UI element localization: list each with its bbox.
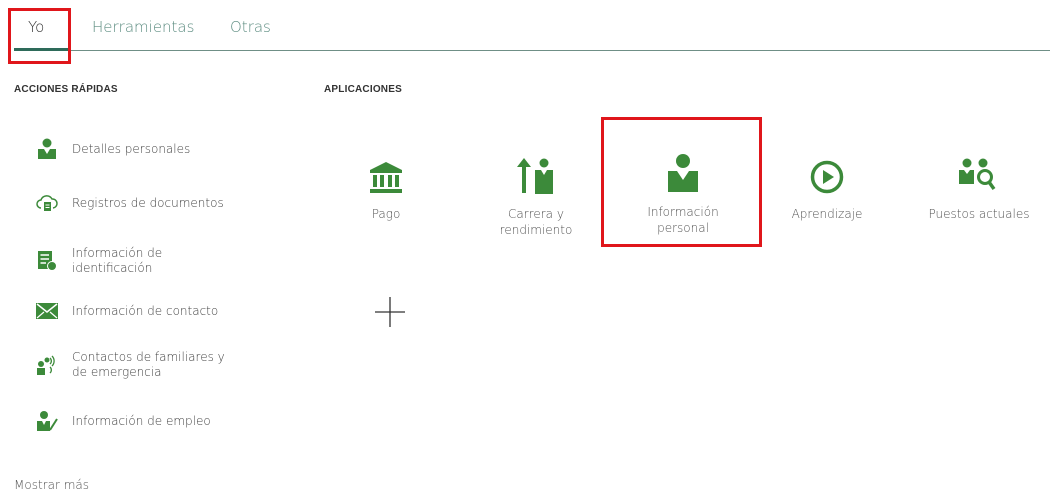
family-contacts-icon — [36, 354, 58, 376]
tab-divider — [14, 50, 1050, 51]
tab-otras[interactable]: Otras — [230, 18, 271, 36]
tab-bar: Yo Herramientas Otras — [0, 0, 1050, 52]
quick-action-document-records[interactable]: Registros de documentos — [36, 192, 224, 214]
app-aprendizaje[interactable]: Aprendizaje — [767, 150, 887, 222]
app-label: Pago — [371, 207, 401, 221]
cloud-document-icon — [36, 192, 58, 214]
app-label: Puestos actuales — [928, 207, 1030, 221]
quick-action-employment-info[interactable]: Información de empleo — [36, 410, 211, 432]
tab-herramientas[interactable]: Herramientas — [92, 18, 194, 36]
quick-action-contact-info[interactable]: Información de contacto — [36, 300, 218, 322]
quick-action-label: Información de identificación — [72, 246, 163, 275]
quick-action-label: Registros de documentos — [72, 195, 224, 210]
play-circle-icon — [767, 150, 887, 194]
app-pago[interactable]: Pago — [326, 150, 446, 222]
add-app-button[interactable] — [375, 297, 405, 327]
app-label: Aprendizaje — [791, 207, 863, 221]
highlight-box-tab-yo — [8, 8, 71, 64]
quick-actions-title: ACCIONES RÁPIDAS — [14, 84, 118, 95]
envelope-icon — [36, 300, 58, 322]
app-carrera-rendimiento[interactable]: Carrera y rendimiento — [476, 150, 596, 238]
id-document-icon — [36, 250, 58, 272]
highlight-box-app-informacion-personal — [601, 117, 762, 247]
quick-action-label: Información de contacto — [72, 303, 219, 318]
quick-action-label: Información de empleo — [72, 413, 211, 428]
person-icon — [36, 138, 58, 160]
person-edit-icon — [36, 410, 58, 432]
people-search-icon — [919, 150, 1039, 194]
app-puestos-actuales[interactable]: Puestos actuales — [919, 150, 1039, 222]
quick-action-label: Contactos de familiares y de emergencia — [72, 350, 225, 379]
quick-action-label: Detalles personales — [72, 141, 191, 156]
plus-icon — [375, 297, 405, 331]
quick-action-personal-details[interactable]: Detalles personales — [36, 138, 190, 160]
career-growth-icon — [476, 150, 596, 194]
quick-action-identification-info[interactable]: Información de identificación — [36, 246, 242, 276]
quick-action-family-emergency-contacts[interactable]: Contactos de familiares y de emergencia — [36, 350, 242, 380]
applications-title: APLICACIONES — [324, 84, 402, 95]
show-more-link[interactable]: Mostrar más — [14, 478, 89, 492]
bank-icon — [326, 150, 446, 194]
app-label: Carrera y rendimiento — [499, 207, 573, 237]
